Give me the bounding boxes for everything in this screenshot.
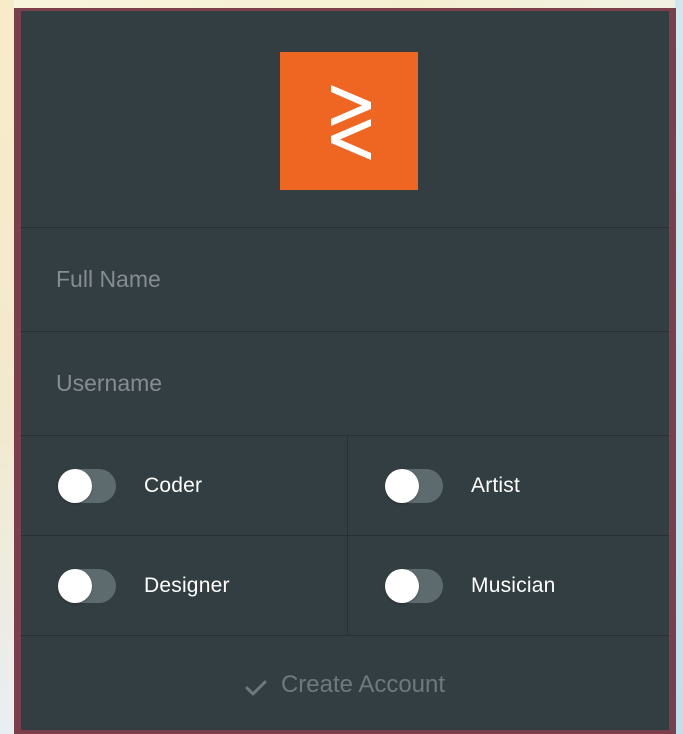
- full-name-field[interactable]: [21, 228, 669, 332]
- create-account-label: Create Account: [280, 671, 446, 698]
- role-option-artist[interactable]: Artist: [348, 436, 669, 536]
- designer-toggle[interactable]: [58, 568, 116, 603]
- artist-toggle[interactable]: [385, 468, 443, 503]
- role-option-musician[interactable]: Musician: [348, 536, 669, 636]
- musician-toggle[interactable]: [385, 568, 443, 603]
- username-input[interactable]: [21, 332, 669, 435]
- artist-label: Artist: [471, 473, 521, 497]
- background-left-strip: [0, 0, 14, 734]
- toggle-knob: [385, 468, 419, 503]
- check-icon: [245, 676, 267, 696]
- designer-label: Designer: [144, 573, 230, 597]
- toggle-knob: [58, 468, 92, 503]
- role-option-designer[interactable]: Designer: [21, 536, 348, 636]
- full-name-input[interactable]: [21, 228, 669, 331]
- logo-section: [21, 11, 669, 228]
- background-right-strip: [675, 0, 683, 734]
- toggle-knob: [58, 568, 92, 603]
- toggle-knob: [385, 568, 419, 603]
- create-account-button[interactable]: Create Account: [21, 636, 669, 730]
- coder-label: Coder: [144, 473, 203, 497]
- signup-card: Coder Artist Designer Musician Cre: [14, 8, 676, 734]
- coder-toggle[interactable]: [58, 468, 116, 503]
- musician-label: Musician: [471, 573, 556, 597]
- double-chevron-logo-icon: [280, 52, 418, 190]
- role-option-coder[interactable]: Coder: [21, 436, 348, 536]
- role-toggle-grid: Coder Artist Designer Musician: [21, 436, 669, 636]
- username-field[interactable]: [21, 332, 669, 436]
